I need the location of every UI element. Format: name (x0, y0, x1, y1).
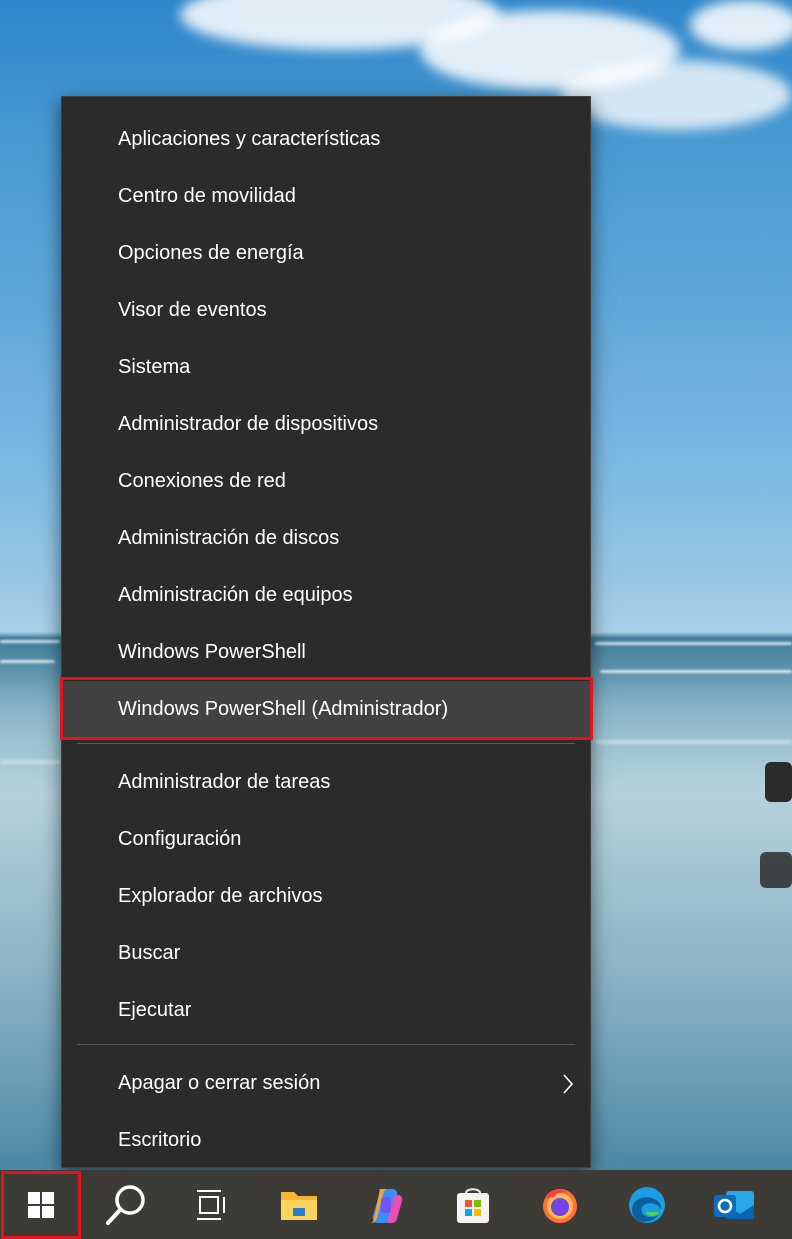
menu-item-powershell-admin[interactable]: Windows PowerShell (Administrador) (62, 681, 590, 738)
firefox-icon (543, 1188, 577, 1223)
menu-item-powershell[interactable]: Windows PowerShell (62, 624, 590, 681)
wave (600, 670, 792, 673)
menu-item-settings[interactable]: Configuración (62, 811, 590, 868)
menu-separator (77, 743, 575, 744)
menu-item-computer-management[interactable]: Administración de equipos (62, 567, 590, 624)
wave (0, 640, 60, 643)
chevron-right-icon (562, 1055, 574, 1112)
outlook-icon (714, 1190, 754, 1219)
edge-button[interactable] (611, 1170, 683, 1239)
task-view-button[interactable] (175, 1170, 247, 1239)
copilot-icon (371, 1188, 403, 1223)
wave (595, 740, 792, 744)
cloud (560, 60, 792, 130)
copilot-button[interactable] (350, 1170, 422, 1239)
person-silhouette (765, 762, 792, 802)
menu-separator (77, 1044, 575, 1045)
menu-item-device-manager[interactable]: Administrador de dispositivos (62, 396, 590, 453)
menu-item-disk-management[interactable]: Administración de discos (62, 510, 590, 567)
menu-item-power-options[interactable]: Opciones de energía (62, 225, 590, 282)
outlook-button[interactable] (698, 1170, 770, 1239)
menu-item-apps-features[interactable]: Aplicaciones y características (62, 111, 590, 168)
menu-item-task-manager[interactable]: Administrador de tareas (62, 754, 590, 811)
file-explorer-icon (281, 1191, 317, 1220)
menu-item-search[interactable]: Buscar (62, 925, 590, 982)
task-view-icon (197, 1189, 225, 1220)
search-button[interactable] (90, 1170, 162, 1239)
menu-item-event-viewer[interactable]: Visor de eventos (62, 282, 590, 339)
file-explorer-button[interactable] (263, 1170, 335, 1239)
edge-icon (629, 1186, 665, 1223)
wave (0, 660, 55, 663)
start-button[interactable] (5, 1170, 77, 1239)
menu-item-desktop[interactable]: Escritorio (62, 1112, 590, 1169)
wave (0, 760, 60, 764)
microsoft-store-button[interactable] (437, 1170, 509, 1239)
windows-start-icon (28, 1191, 54, 1218)
menu-item-system[interactable]: Sistema (62, 339, 590, 396)
search-icon (106, 1184, 145, 1225)
menu-item-label: Apagar o cerrar sesión (118, 1072, 321, 1094)
menu-item-shutdown-signout[interactable]: Apagar o cerrar sesión (62, 1055, 590, 1112)
wave (595, 642, 792, 645)
microsoft-store-icon (457, 1187, 489, 1223)
menu-item-run[interactable]: Ejecutar (62, 982, 590, 1039)
firefox-button[interactable] (524, 1170, 596, 1239)
menu-item-file-explorer[interactable]: Explorador de archivos (62, 868, 590, 925)
person-silhouette (760, 852, 792, 888)
winx-context-menu: Aplicaciones y características Centro de… (61, 96, 591, 1168)
cloud (690, 0, 792, 50)
menu-item-network-connections[interactable]: Conexiones de red (62, 453, 590, 510)
taskbar (0, 1170, 792, 1239)
menu-item-mobility-center[interactable]: Centro de movilidad (62, 168, 590, 225)
